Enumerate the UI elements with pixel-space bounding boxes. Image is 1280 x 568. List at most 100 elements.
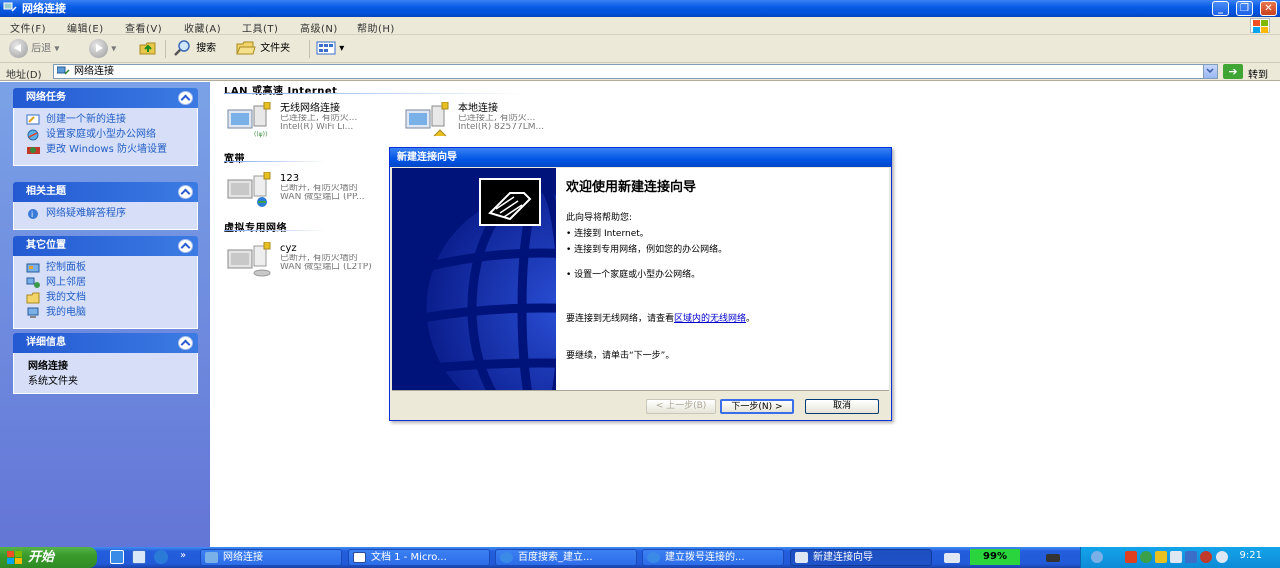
tray-app-icon[interactable]: [1155, 551, 1167, 563]
tray-app-icon[interactable]: [1185, 551, 1197, 563]
wireless-suffix: 。: [746, 314, 756, 324]
power-plug-icon[interactable]: [1046, 554, 1060, 562]
related-topics-header[interactable]: 相关主题: [13, 182, 198, 202]
home-network-setup-link[interactable]: 设置家庭或小型办公网络: [26, 129, 187, 142]
go-label[interactable]: 转到: [1248, 66, 1268, 81]
cancel-button[interactable]: 取消: [805, 399, 879, 414]
collapse-chevron-icon[interactable]: [178, 185, 193, 199]
create-connection-link[interactable]: 创建一个新的连接: [26, 114, 187, 127]
other-places-header[interactable]: 其它位置: [13, 236, 198, 256]
globe-graphic-icon: [417, 178, 556, 390]
tray-app-icon[interactable]: [1125, 551, 1137, 563]
my-computer-link[interactable]: 我的电脑: [26, 307, 187, 320]
views-button[interactable]: ▾: [316, 39, 344, 59]
link-text: 设置家庭或小型办公网络: [46, 129, 156, 140]
network-connections-icon: [3, 2, 17, 12]
taskbar-button-baidu[interactable]: 百度搜索_建立...: [495, 549, 637, 566]
taskbar-button-word[interactable]: 文档 1 - Micro...: [348, 549, 490, 566]
up-folder-button[interactable]: [138, 39, 158, 59]
wireless-networks-link[interactable]: 区域内的无线网络: [674, 314, 746, 324]
menu-edit[interactable]: 编辑(E): [67, 20, 104, 35]
taskbar-button-wizard[interactable]: 新建连接向导: [790, 549, 932, 566]
clock[interactable]: 9:21: [1240, 550, 1262, 561]
menu-file[interactable]: 文件(F): [10, 20, 46, 35]
tray-network-icon[interactable]: [1091, 551, 1103, 563]
connection-cyz[interactable]: cyz 已断开, 有防火墙的 WAN 微型端口 (L2TP): [226, 242, 401, 280]
tray-app-icon[interactable]: [1170, 551, 1182, 563]
new-connection-wizard-dialog: 新建连接向导 欢迎使用新建连接向导 此向导将帮助您: • 连接到 Interne…: [389, 147, 892, 421]
taskbar: 开始 » 网络连接 文档 1 - Micro... 百度搜索_建立... 建立拨…: [0, 547, 1280, 568]
connection-device: Intel(R) WiFi Li...: [280, 123, 354, 132]
related-topics-panel: 相关主题 i 网络疑难解答程序: [13, 182, 198, 230]
taskbar-button-network[interactable]: 网络连接: [200, 549, 342, 566]
up-folder-icon: [139, 42, 156, 55]
collapse-chevron-icon[interactable]: [178, 336, 193, 350]
connection-wireless[interactable]: ((ψ)) 无线网络连接 已连接上, 有防火... Intel(R) WiFi …: [226, 102, 401, 140]
go-button[interactable]: ➔: [1223, 64, 1243, 79]
menu-favorites[interactable]: 收藏(A): [184, 20, 221, 35]
wizard-wireless-text: 要连接到无线网络，请查看区域内的无线网络。: [566, 311, 755, 324]
wizard-heading: 欢迎使用新建连接向导: [566, 180, 697, 195]
back-button[interactable]: 后退 ▾: [9, 39, 59, 59]
group-header-broadband: 宽带: [224, 154, 245, 165]
menu-view[interactable]: 查看(V): [125, 20, 162, 35]
new-connection-icon: [26, 114, 40, 125]
network-tasks-header[interactable]: 网络任务: [13, 88, 198, 108]
maximize-button[interactable]: ❐: [1236, 1, 1253, 16]
menu-help[interactable]: 帮助(H): [357, 20, 395, 35]
tray-volume-icon[interactable]: [1216, 551, 1228, 563]
toolbar: 后退 ▾ ▾ 搜索 文件夹 ▾: [0, 35, 1280, 63]
show-desktop-icon[interactable]: [132, 550, 146, 564]
vpn-connection-icon: [227, 242, 271, 277]
battery-meter[interactable]: 99%: [970, 549, 1020, 565]
my-network-places-link[interactable]: 网上邻居: [26, 277, 187, 290]
media-player-icon[interactable]: [110, 550, 124, 564]
tray-app-icon[interactable]: [1140, 551, 1152, 563]
next-button[interactable]: 下一步(N) >: [720, 399, 794, 414]
wizard-titlebar[interactable]: 新建连接向导: [390, 148, 891, 167]
collapse-chevron-icon[interactable]: [178, 239, 193, 253]
details-header[interactable]: 详细信息: [13, 333, 198, 353]
network-troubleshooter-link[interactable]: i 网络疑难解答程序: [26, 208, 187, 221]
window-titlebar[interactable]: 网络连接 _ ❐ ✕: [0, 0, 1280, 17]
chevron-down-icon: [1206, 68, 1214, 74]
folders-button[interactable]: 文件夹: [235, 39, 290, 59]
connection-name: cyz: [280, 243, 297, 254]
close-button[interactable]: ✕: [1260, 1, 1277, 16]
broadband-connection-icon: [227, 172, 271, 207]
connection-local[interactable]: 本地连接 已连接上, 有防火... Intel(R) 82577LM...: [404, 102, 579, 140]
start-button[interactable]: 开始: [0, 547, 97, 568]
my-documents-link[interactable]: 我的文档: [26, 292, 187, 305]
link-text: 网络疑难解答程序: [46, 208, 126, 219]
connection-123[interactable]: 123 已断开, 有防火墙的 WAN 微型端口 (PP...: [226, 172, 401, 210]
minimize-button[interactable]: _: [1212, 1, 1229, 16]
address-dropdown-button[interactable]: [1203, 65, 1217, 78]
taskbar-label: 新建连接向导: [813, 552, 873, 563]
connection-name: 123: [280, 173, 300, 184]
search-button[interactable]: 搜索: [173, 39, 216, 59]
link-text: 更改 Windows 防火墙设置: [46, 144, 167, 155]
internet-explorer-icon[interactable]: [154, 550, 168, 564]
panel-title: 其它位置: [26, 240, 66, 251]
menu-advanced[interactable]: 高级(N): [300, 20, 338, 35]
details-name: 网络连接: [28, 361, 68, 372]
wizard-bullet-internet: • 连接到 Internet。: [566, 229, 649, 239]
quicklaunch-more-icon[interactable]: »: [180, 550, 186, 561]
firewall-settings-link[interactable]: 更改 Windows 防火墙设置: [26, 144, 187, 157]
task-pane: 网络任务 创建一个新的连接 设置家庭或小型办公网络 更改 Windows 防火墙…: [0, 82, 210, 547]
internet-explorer-icon: [647, 552, 660, 563]
my-computer-icon: [27, 307, 39, 318]
address-input[interactable]: 网络连接: [53, 64, 1218, 79]
tray-app-icon[interactable]: [1200, 551, 1212, 563]
connection-name: 无线网络连接: [280, 103, 340, 114]
windows-flag-icon: [7, 551, 22, 564]
forward-button[interactable]: ▾: [89, 39, 116, 59]
back-button[interactable]: < 上一步(B): [646, 399, 716, 414]
word-icon: [353, 552, 366, 563]
control-panel-link[interactable]: 控制面板: [26, 262, 187, 275]
menu-tools[interactable]: 工具(T): [242, 20, 278, 35]
system-tray: 9:21: [1080, 547, 1280, 568]
collapse-chevron-icon[interactable]: [178, 91, 193, 105]
keyboard-icon[interactable]: [944, 553, 960, 563]
taskbar-button-dialup[interactable]: 建立拨号连接的...: [642, 549, 784, 566]
